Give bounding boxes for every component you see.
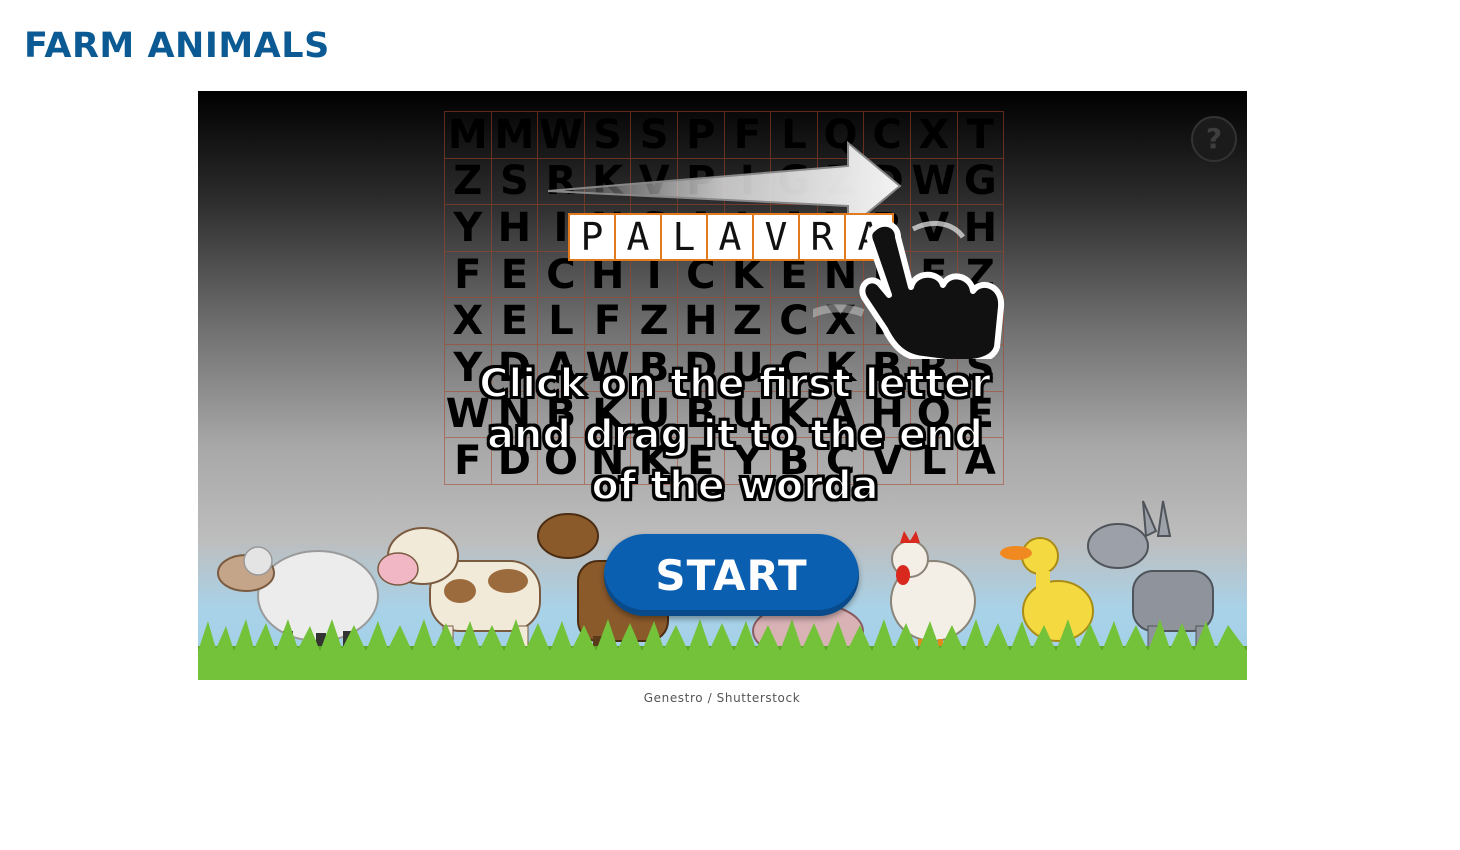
donkey-illustration <box>1087 500 1214 657</box>
start-button[interactable]: START <box>604 534 859 616</box>
help-button[interactable]: ? <box>1191 116 1237 162</box>
game-canvas[interactable]: MMWSSPFLQCXTZSRKVPIGZDWGYHINSALAVRVHFECH… <box>198 91 1247 680</box>
page-title: FARM ANIMALS <box>24 26 330 66</box>
grass <box>198 619 1247 680</box>
image-credit: Genestro / Shutterstock <box>643 691 801 705</box>
